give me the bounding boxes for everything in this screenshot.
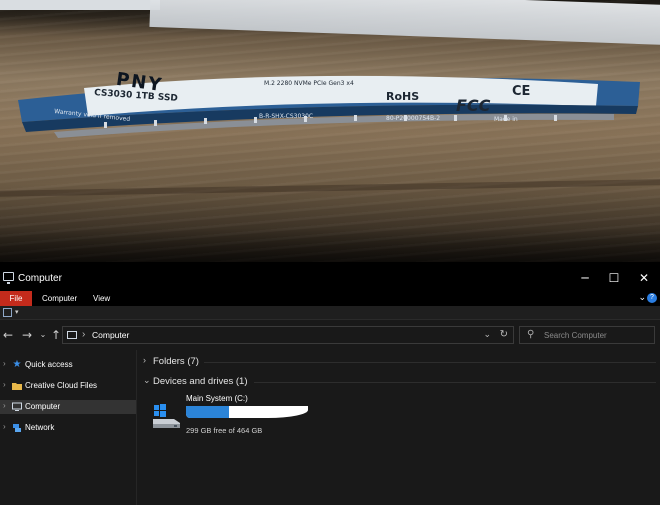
group-label: Folders (7) [153, 356, 199, 367]
expand-arrow-icon[interactable]: › [3, 380, 6, 389]
computer-icon [12, 402, 22, 412]
tab-view[interactable]: View [85, 291, 118, 306]
network-icon [12, 423, 22, 433]
paper-sheet-left [0, 0, 160, 10]
group-divider [254, 382, 656, 383]
computer-icon [67, 331, 77, 339]
group-devices[interactable]: ⌄ Devices and drives (1) [138, 373, 660, 389]
sidebar-item-computer[interactable]: › Computer [0, 400, 136, 414]
navigation-bar: ← → ⌄ ↑ › Computer ⌄ ↻ ⚲ [0, 321, 660, 349]
recent-locations-icon[interactable]: ⌄ [36, 328, 50, 342]
computer-icon [3, 272, 14, 284]
title-bar: Computer ─ ☐ ✕ [0, 266, 660, 290]
search-icon: ⚲ [527, 329, 535, 340]
ssd-rohs-text: RoHS [386, 90, 420, 103]
up-icon[interactable]: ↑ [49, 328, 63, 342]
sidebar-item-quick-access[interactable]: › ★ Quick access [0, 358, 136, 372]
chevron-down-icon[interactable]: ⌄ [143, 375, 151, 386]
maximize-button[interactable]: ☐ [604, 270, 624, 286]
ssd-spec-text: M.2 2280 NVMe PCIe Gen3 x4 [264, 80, 354, 87]
search-box[interactable]: ⚲ [519, 326, 655, 344]
group-folders[interactable]: › Folders (7) [138, 353, 660, 369]
star-icon: ★ [12, 359, 22, 370]
group-label: Devices and drives (1) [153, 376, 248, 387]
quick-access-toolbar: ▾ [0, 306, 660, 320]
tab-computer[interactable]: Computer [34, 291, 85, 306]
folder-icon [12, 381, 22, 391]
sidebar-item-label: Creative Cloud Files [25, 381, 98, 390]
minimize-button[interactable]: ─ [575, 270, 595, 286]
ribbon-tabs: File Computer View ⌄ ? [0, 290, 660, 306]
window-title: Computer [18, 273, 62, 284]
ssd-photo: PNY CS3030 1TB SSD M.2 2280 NVMe PCIe Ge… [0, 0, 660, 262]
ribbon-expand-icon[interactable]: ⌄ [638, 292, 646, 303]
refresh-icon[interactable]: ↻ [500, 329, 508, 340]
drive-usage-bar [186, 406, 308, 418]
photo-shadow [0, 228, 660, 262]
sidebar-item-label: Quick access [25, 360, 73, 369]
ssd-fcc-text: FCC [456, 96, 491, 115]
breadcrumb-separator: › [82, 329, 86, 340]
breadcrumb-computer[interactable]: Computer [92, 330, 129, 340]
sidebar-item-label: Network [25, 423, 55, 432]
drive-name: Main System (C:) [186, 394, 248, 403]
drive-free-space: 299 GB free of 464 GB [186, 426, 263, 435]
help-icon[interactable]: ? [647, 293, 657, 303]
drive-usage-fill [186, 406, 230, 418]
expand-arrow-icon[interactable]: › [3, 359, 6, 368]
properties-icon[interactable] [3, 308, 12, 317]
windows-drive-icon [152, 402, 182, 430]
tab-file[interactable]: File [0, 291, 32, 306]
explorer-window: Computer ─ ☐ ✕ File Computer View ⌄ ? ▾ … [0, 266, 660, 505]
drive-item-c[interactable]: Main System (C:) 299 GB free of 464 GB [150, 392, 410, 442]
address-dropdown-icon[interactable]: ⌄ [483, 329, 491, 340]
chevron-right-icon[interactable]: › [143, 355, 146, 365]
forward-icon[interactable]: → [20, 328, 34, 342]
expand-arrow-icon[interactable]: › [3, 401, 6, 410]
ssd-made-text: Made in [494, 116, 518, 123]
back-icon[interactable]: ← [1, 328, 15, 342]
search-input[interactable] [544, 329, 652, 342]
ssd-ce-text: CE [512, 84, 531, 99]
ssd-drive: PNY CS3030 1TB SSD M.2 2280 NVMe PCIe Ge… [14, 69, 644, 140]
content-pane: › Folders (7) ⌄ Devices and drives (1) M… [138, 350, 660, 505]
group-divider [204, 362, 656, 363]
close-button[interactable]: ✕ [634, 270, 654, 286]
sidebar-item-creative-cloud[interactable]: › Creative Cloud Files [0, 379, 136, 393]
customize-toolbar-icon[interactable]: ▾ [15, 308, 24, 317]
address-bar[interactable]: › Computer ⌄ ↻ [62, 326, 514, 344]
sidebar-item-label: Computer [25, 402, 61, 411]
ssd-serial-text: B-R-SHX-CS3030C [259, 113, 314, 120]
navigation-pane: › ★ Quick access › Creative Cloud Files … [0, 350, 137, 505]
ssd-part-text: 80-P20000754B-2 [386, 115, 441, 122]
expand-arrow-icon[interactable]: › [3, 422, 6, 431]
sidebar-item-network[interactable]: › Network [0, 421, 136, 435]
